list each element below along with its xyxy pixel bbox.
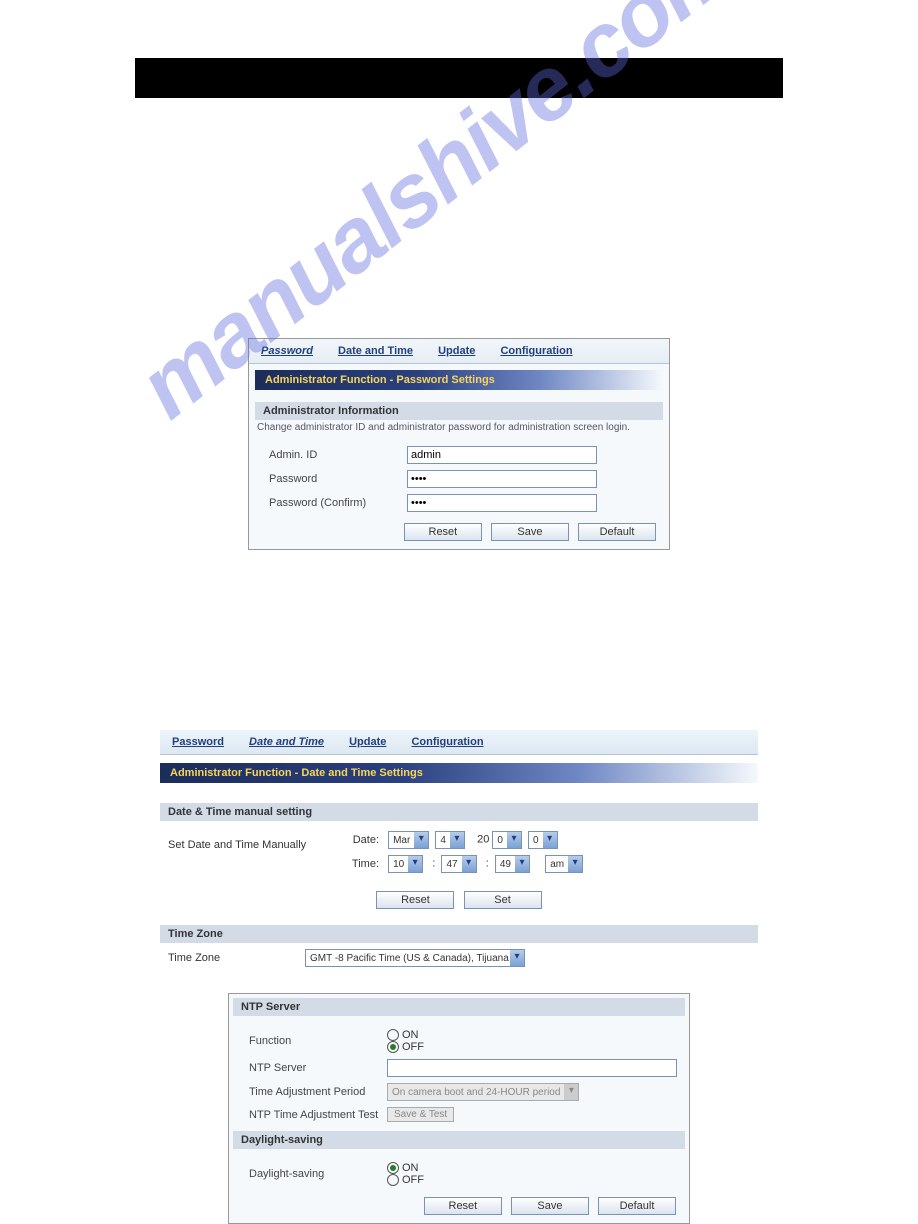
password-panel: Password Date and Time Update Configurat… [248, 338, 670, 550]
manual-desc: Set Date and Time Manually [160, 829, 325, 877]
tz-select[interactable]: GMT -8 Pacific Time (US & Canada), Tijua… [305, 949, 525, 967]
subheader2-text: Administrator Function - Date and Time S… [170, 767, 423, 779]
ntp-test-label: NTP Time Adjustment Test [237, 1109, 387, 1121]
subheader: Administrator Function - Password Settin… [255, 370, 663, 390]
save-test-button: Save & Test [387, 1107, 454, 1122]
on-label: ON [402, 1029, 419, 1041]
yy2-select[interactable]: 0▾ [528, 831, 558, 849]
tab-password2[interactable]: Password [166, 734, 230, 750]
ntp-head: NTP Server [233, 998, 685, 1016]
off-label: OFF [402, 1041, 424, 1053]
tabs-bar2: Password Date and Time Update Configurat… [160, 730, 758, 755]
ntp-server-label: NTP Server [237, 1062, 387, 1074]
century-text: 20 [477, 834, 489, 846]
admin-id-label: Admin. ID [257, 449, 407, 461]
default-button[interactable]: Default [578, 523, 656, 541]
month-select[interactable]: Mar▾ [388, 831, 429, 849]
tab-configuration2[interactable]: Configuration [405, 734, 489, 750]
ds-off-radio[interactable] [387, 1174, 399, 1186]
day-select[interactable]: 4▾ [435, 831, 465, 849]
tab-password[interactable]: Password [255, 343, 319, 359]
header-black-bar [135, 58, 783, 98]
ds-label: Daylight-saving [237, 1168, 387, 1180]
ntp-off-radio[interactable] [387, 1041, 399, 1053]
tabs-bar: Password Date and Time Update Configurat… [249, 339, 669, 364]
reset-button3[interactable]: Reset [424, 1197, 502, 1215]
off-label2: OFF [402, 1174, 424, 1186]
tab-date-time[interactable]: Date and Time [332, 343, 419, 359]
reset-button2[interactable]: Reset [376, 891, 454, 909]
admin-id-input[interactable] [407, 446, 597, 464]
hh-select[interactable]: 10▾ [388, 855, 423, 873]
save-button[interactable]: Save [491, 523, 569, 541]
date-label: Date: [325, 834, 385, 846]
ds-on-radio[interactable] [387, 1162, 399, 1174]
tz-label: Time Zone [160, 952, 305, 964]
ntp-panel: NTP Server Function ON OFF NTP Server Ti… [228, 993, 690, 1224]
ampm-select[interactable]: am▾ [545, 855, 583, 873]
tab-update2[interactable]: Update [343, 734, 392, 750]
default-button3[interactable]: Default [598, 1197, 676, 1215]
tap-select: On camera boot and 24-HOUR period▾ [387, 1083, 579, 1101]
function-label: Function [237, 1035, 387, 1047]
ds-head: Daylight-saving [233, 1131, 685, 1149]
set-button[interactable]: Set [464, 891, 542, 909]
tz-head: Time Zone [160, 925, 758, 943]
tab-configuration[interactable]: Configuration [494, 343, 578, 359]
time-label: Time: [325, 858, 385, 870]
password-confirm-input[interactable] [407, 494, 597, 512]
password-confirm-label: Password (Confirm) [257, 497, 407, 509]
manual-head: Date & Time manual setting [160, 803, 758, 821]
datetime-panel: Password Date and Time Update Configurat… [160, 730, 758, 973]
tap-label: Time Adjustment Period [237, 1086, 387, 1098]
section-desc: Change administrator ID and administrato… [249, 420, 669, 437]
subheader2: Administrator Function - Date and Time S… [160, 763, 758, 783]
on-label2: ON [402, 1162, 419, 1174]
save-button3[interactable]: Save [511, 1197, 589, 1215]
password-label: Password [257, 473, 407, 485]
ntp-on-radio[interactable] [387, 1029, 399, 1041]
reset-button[interactable]: Reset [404, 523, 482, 541]
section-head: Administrator Information [255, 402, 663, 420]
tab-date-time2[interactable]: Date and Time [243, 734, 330, 750]
ntp-server-input[interactable] [387, 1059, 677, 1077]
ss-select[interactable]: 49▾ [495, 855, 530, 873]
password-input[interactable] [407, 470, 597, 488]
yy1-select[interactable]: 0▾ [492, 831, 522, 849]
mm-select[interactable]: 47▾ [441, 855, 476, 873]
tab-update[interactable]: Update [432, 343, 481, 359]
